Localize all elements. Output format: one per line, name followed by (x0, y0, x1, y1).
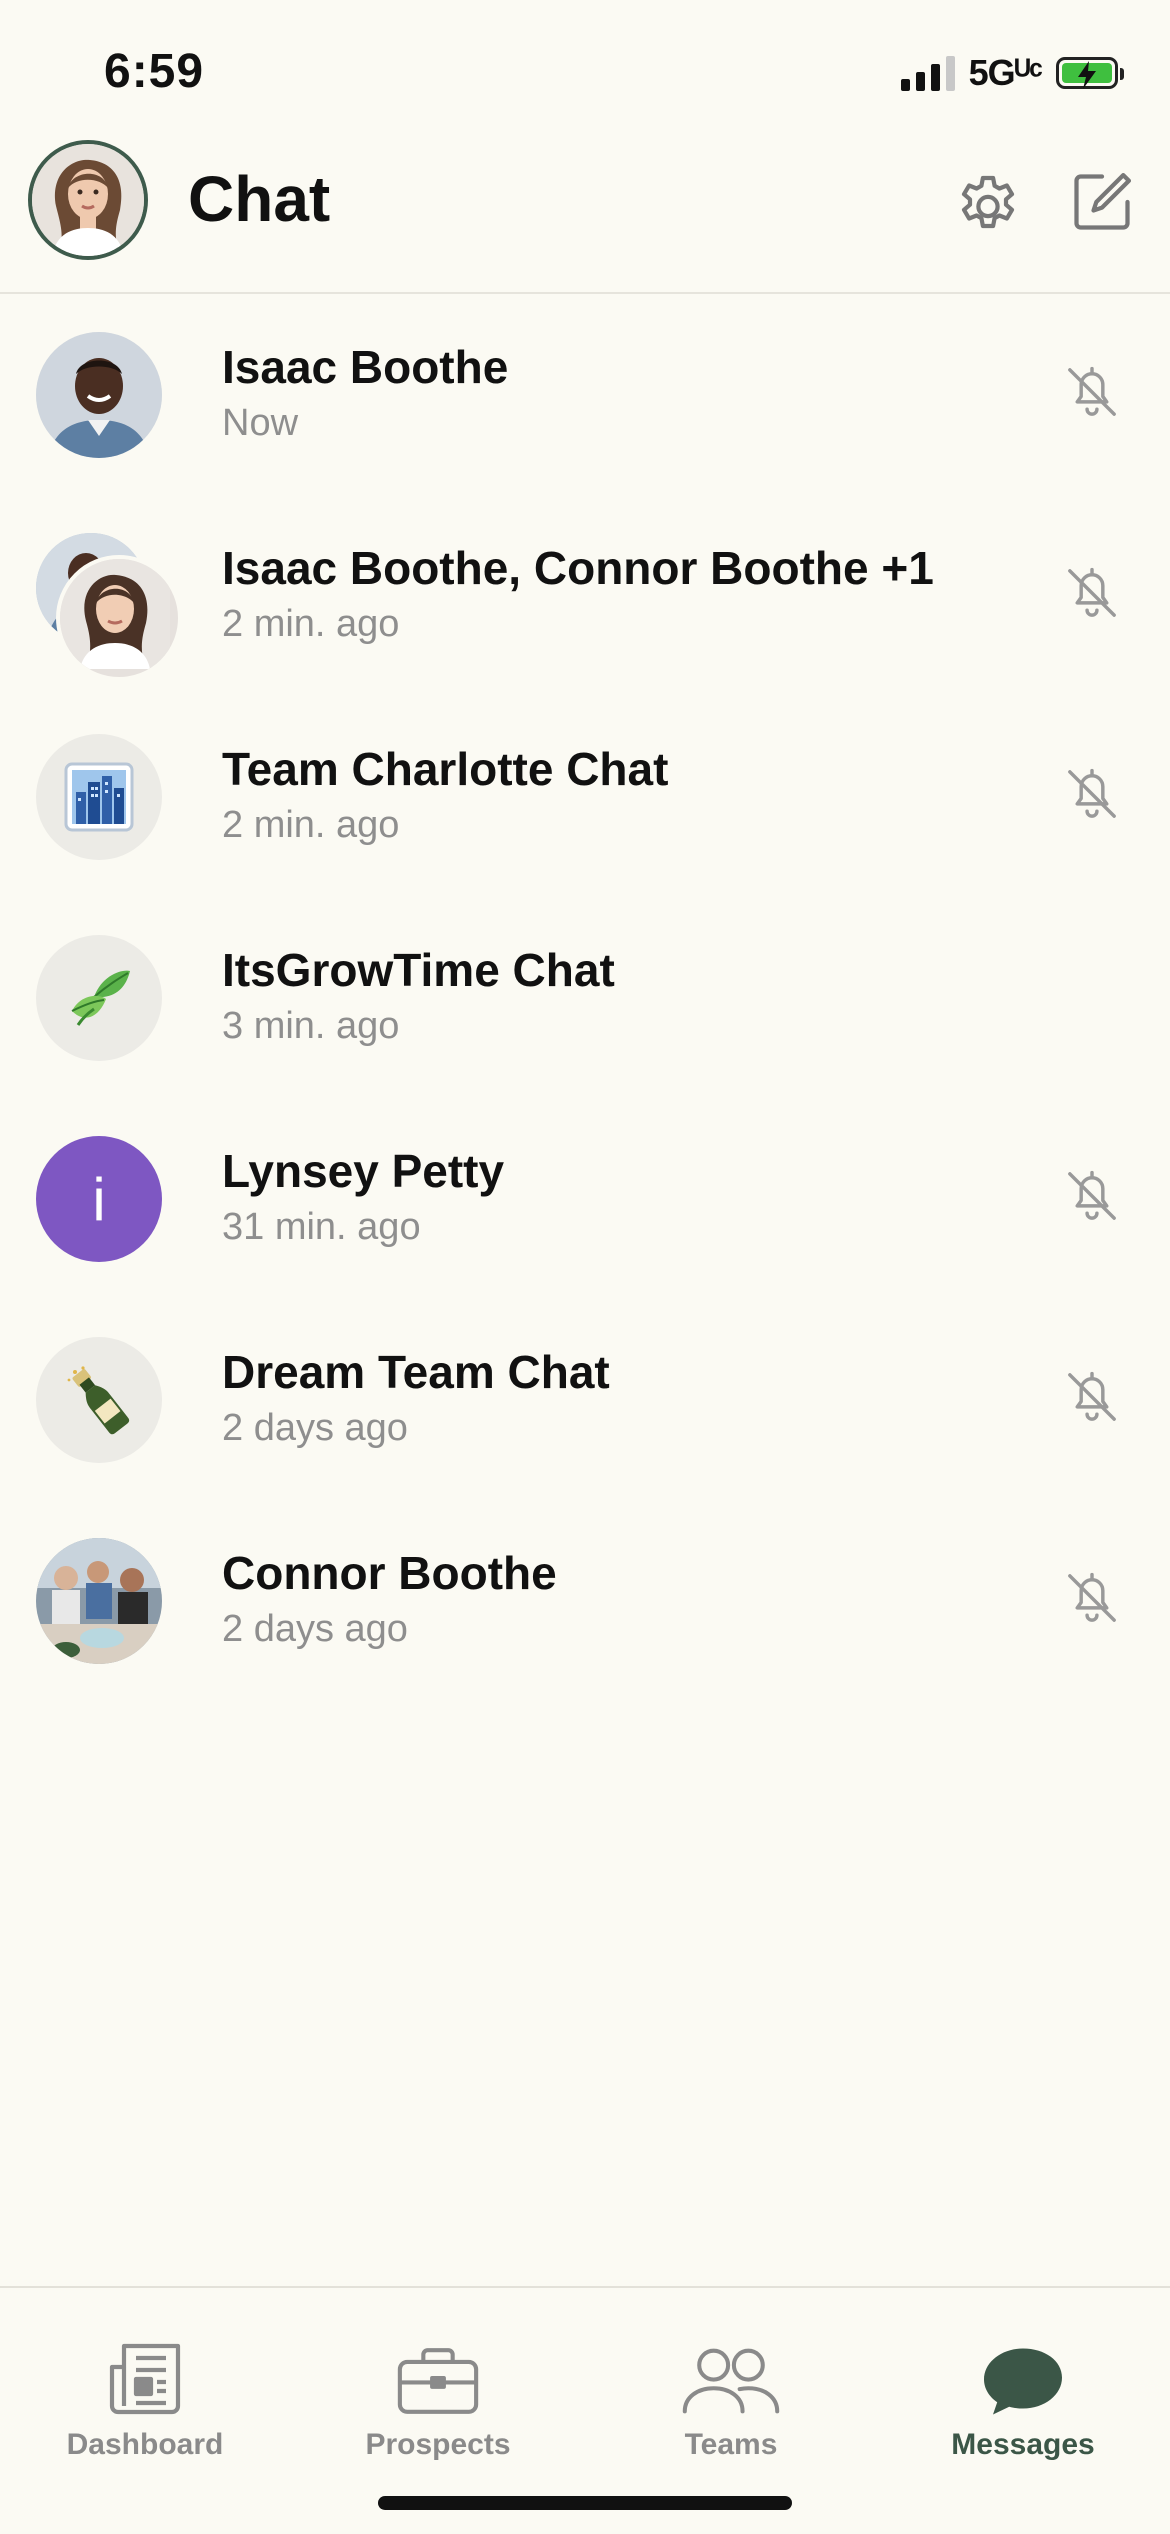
bell-slash-icon[interactable] (1062, 1566, 1122, 1630)
chat-name: Lynsey Petty (222, 1145, 505, 1197)
group-avatar (36, 533, 182, 681)
chat-row[interactable]: ItsGrowTime Chat 3 min. ago (0, 895, 1170, 1096)
chat-name: Isaac Boothe (222, 341, 509, 393)
avatar-initial: i (92, 1165, 106, 1233)
briefcase-icon (397, 2348, 479, 2414)
compose-icon (1074, 172, 1132, 230)
tab-messages[interactable]: Messages (908, 2332, 1138, 2482)
profile-photo-icon (32, 144, 144, 256)
chat-row[interactable]: Isaac Boothe Now (0, 292, 1170, 493)
chat-list: Isaac Boothe Now Isaac Boothe, Connor Bo… (0, 292, 1170, 1699)
tab-teams[interactable]: Teams (616, 2332, 846, 2482)
chat-row[interactable]: Connor Boothe 2 days ago (0, 1498, 1170, 1699)
group-member-photo-icon (56, 555, 182, 681)
chat-row[interactable]: Team Charlotte Chat 2 min. ago (0, 694, 1170, 895)
chat-bubble-icon (984, 2348, 1062, 2415)
tab-dashboard[interactable]: Dashboard (30, 2332, 260, 2482)
chat-name: Team Charlotte Chat (222, 743, 669, 795)
tab-label: Prospects (365, 2428, 511, 2461)
status-bar: 6:59 5Gᵁᶜ (0, 0, 1170, 140)
tab-label: Dashboard (66, 2428, 224, 2461)
status-time: 6:59 (104, 45, 205, 98)
battery-icon (1056, 57, 1124, 89)
chat-name: Connor Boothe (222, 1547, 557, 1599)
cityscape-icon (64, 762, 134, 832)
bell-slash-icon[interactable] (1062, 360, 1122, 424)
chat-row[interactable]: Isaac Boothe, Connor Boothe +1 2 min. ag… (0, 493, 1170, 694)
chat-time: 3 min. ago (222, 1005, 400, 1047)
contact-avatar: i (36, 1136, 162, 1262)
chat-row[interactable]: Dream Team Chat 2 days ago (0, 1297, 1170, 1498)
tab-label: Messages (951, 2428, 1095, 2461)
chat-name: ItsGrowTime Chat (222, 944, 615, 996)
contact-photo-icon (36, 332, 162, 458)
group-avatar (36, 935, 162, 1061)
chat-time: 31 min. ago (222, 1206, 421, 1248)
chat-row[interactable]: i Lynsey Petty 31 min. ago (0, 1096, 1170, 1297)
chat-time: Now (222, 402, 299, 444)
chat-time: 2 min. ago (222, 603, 400, 645)
group-photo-icon (36, 1538, 162, 1664)
profile-avatar[interactable] (28, 140, 148, 260)
contact-avatar (36, 332, 162, 458)
group-avatar (36, 734, 162, 860)
chat-time: 2 min. ago (222, 804, 400, 846)
page-title: Chat (188, 163, 331, 235)
compose-button[interactable] (1064, 164, 1140, 240)
chat-name: Isaac Boothe, Connor Boothe +1 (222, 542, 934, 594)
network-label: 5Gᵁᶜ (968, 52, 1043, 93)
bell-slash-icon[interactable] (1062, 762, 1122, 826)
champagne-icon (67, 1366, 130, 1435)
status-indicators: 5Gᵁᶜ (900, 52, 1124, 94)
bell-slash-icon[interactable] (1062, 1365, 1122, 1429)
chat-time: 2 days ago (222, 1407, 408, 1449)
settings-button[interactable] (950, 164, 1026, 240)
home-indicator[interactable] (378, 2496, 792, 2510)
bell-slash-icon[interactable] (1062, 561, 1122, 625)
group-avatar (36, 1337, 162, 1463)
cellular-signal-icon (900, 55, 955, 91)
tab-prospects[interactable]: Prospects (323, 2332, 553, 2482)
people-icon (682, 2348, 780, 2414)
contact-avatar (36, 1538, 162, 1664)
tab-label: Teams (684, 2428, 778, 2461)
chat-time: 2 days ago (222, 1608, 408, 1650)
gear-icon (961, 175, 1015, 229)
bell-slash-icon[interactable] (1062, 1164, 1122, 1228)
chat-header: Chat (0, 140, 1170, 294)
leaf-icon (71, 970, 130, 1026)
newspaper-icon (109, 2343, 181, 2415)
chat-name: Dream Team Chat (222, 1346, 610, 1398)
